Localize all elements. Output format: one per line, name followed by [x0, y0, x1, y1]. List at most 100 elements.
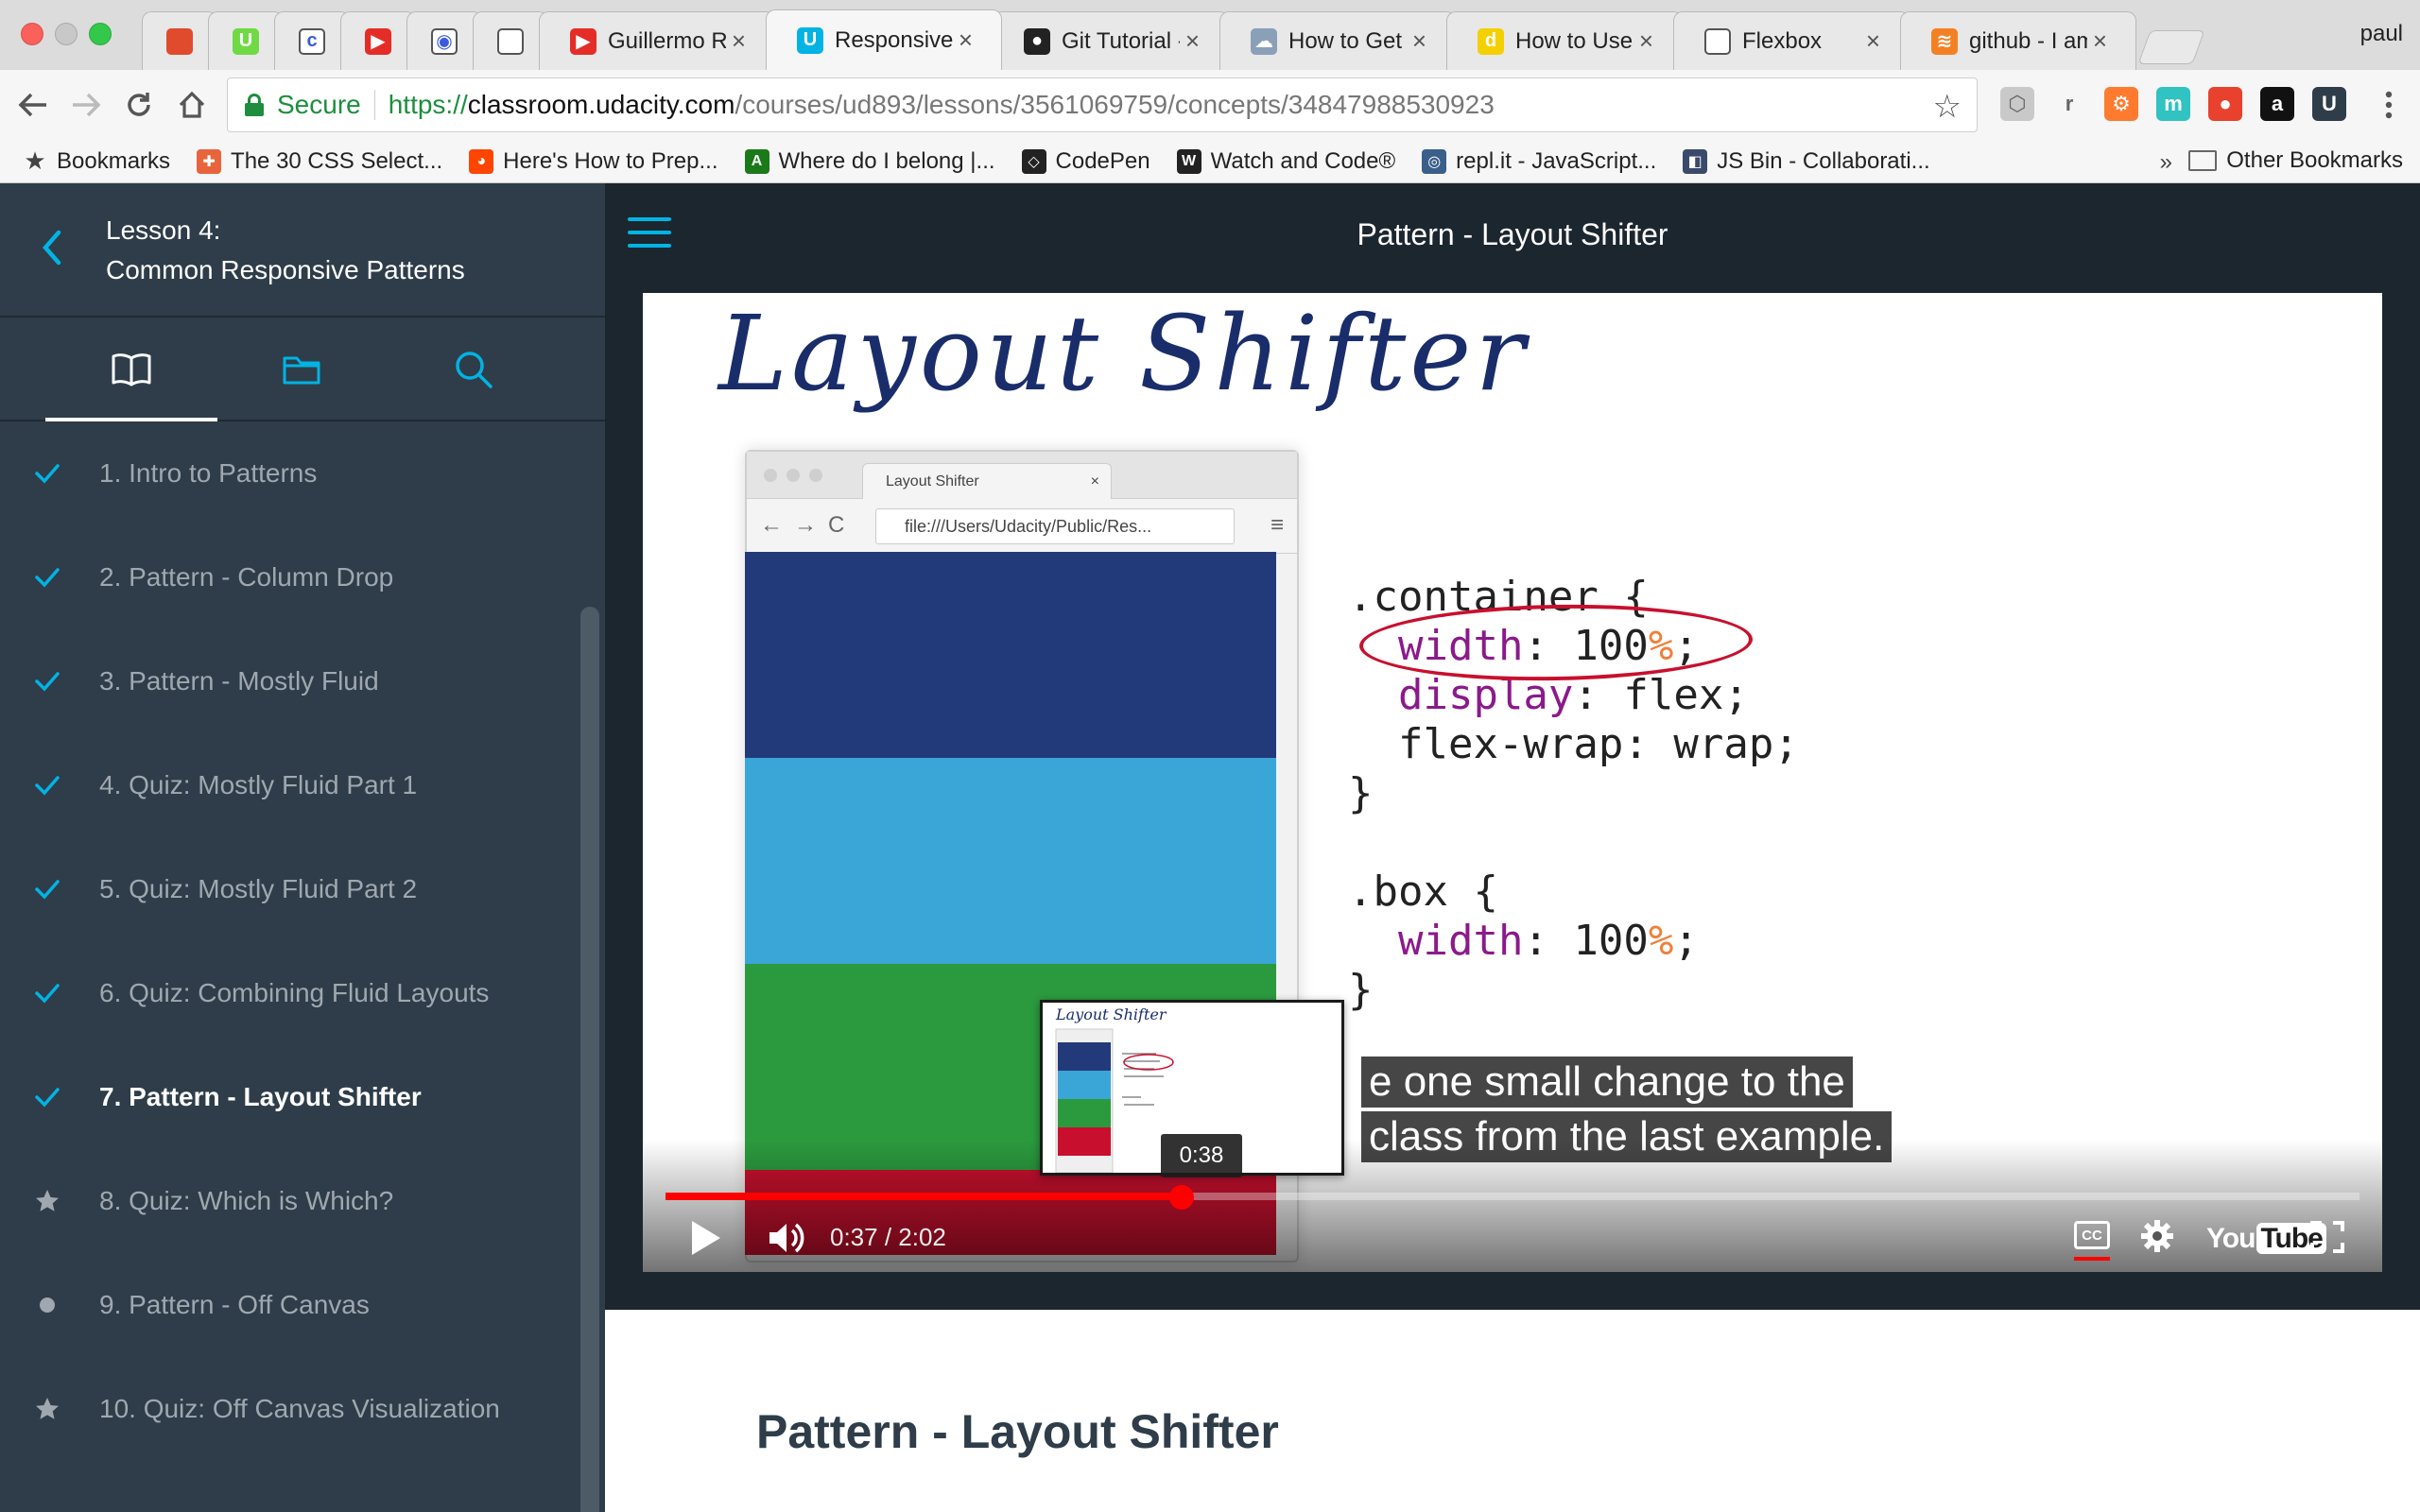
lock-icon: [245, 94, 264, 116]
hubspot-extension-icon[interactable]: ⚙: [2104, 87, 2138, 121]
concept-item[interactable]: 2. Pattern - Column Drop: [0, 525, 605, 629]
close-window-button[interactable]: [21, 23, 43, 45]
bookmark-item[interactable]: W Watch and Code®: [1176, 148, 1395, 175]
checkmark-icon: [34, 1084, 60, 1110]
page-icon: [1704, 27, 1731, 55]
concept-item[interactable]: 5. Quiz: Mostly Fluid Part 2: [0, 837, 605, 941]
tab-search[interactable]: [388, 318, 560, 421]
watchandcode-icon: W: [1176, 148, 1201, 174]
concept-item[interactable]: 8. Quiz: Which is Which?: [0, 1149, 605, 1253]
video-container: Layout Shifter Layout Shifter × ←→C file:…: [605, 293, 2420, 1310]
browser-tab[interactable]: ● Git Tutorial - ×: [993, 11, 1229, 70]
browser-tab[interactable]: [142, 11, 217, 70]
bookmark-label: CodePen: [1055, 147, 1150, 174]
browser-tab[interactable]: ☁ How to Get t ×: [1219, 11, 1456, 70]
close-tab-icon[interactable]: ×: [1639, 26, 1653, 56]
fullscreen-icon[interactable]: [2310, 1221, 2344, 1253]
bookmark-item[interactable]: ✚ The 30 CSS Select...: [197, 148, 442, 175]
concept-item[interactable]: 1. Intro to Patterns: [0, 421, 605, 525]
url-text[interactable]: https://classroom.udacity.com/courses/ud…: [389, 90, 1495, 120]
volume-icon[interactable]: [766, 1219, 807, 1257]
forward-button[interactable]: [64, 83, 108, 127]
tomato-extension-icon[interactable]: ●: [2208, 87, 2242, 121]
close-tab-icon[interactable]: ×: [1185, 26, 1200, 56]
reload-button[interactable]: [117, 83, 161, 127]
jsbin-icon: ◧: [1683, 148, 1708, 174]
book-icon: [112, 353, 151, 387]
browser-tab[interactable]: U Responsive ×: [766, 9, 1002, 70]
browser-tab[interactable]: [473, 11, 548, 70]
play-icon[interactable]: [692, 1221, 720, 1255]
concept-item[interactable]: 10. Quiz: Off Canvas Visualization: [0, 1357, 605, 1461]
mockup-toolbar: ←→C file:///Users/Udacity/Public/Res... …: [747, 499, 1297, 554]
other-bookmarks[interactable]: Other Bookmarks: [2188, 147, 2403, 174]
browser-tab[interactable]: Flexbox ×: [1673, 11, 1910, 70]
bookmark-star-icon[interactable]: ☆: [1933, 88, 1962, 126]
sidebar-tabs: [0, 318, 605, 421]
concept-list: 1. Intro to Patterns 2. Pattern - Column …: [0, 421, 605, 1461]
browser-tab[interactable]: c: [274, 11, 350, 70]
browser-tab-title: Responsive: [835, 26, 953, 53]
bookmark-item[interactable]: ★ Bookmarks: [23, 146, 170, 175]
concept-item[interactable]: 9. Pattern - Off Canvas: [0, 1253, 605, 1357]
sidebar-scrollbar[interactable]: [580, 607, 599, 1512]
bookmark-item[interactable]: A Where do I belong |...: [744, 148, 995, 175]
bookmark-item[interactable]: ◕ Here's How to Prep...: [469, 148, 718, 175]
concept-label: 4. Quiz: Mostly Fluid Part 1: [99, 770, 418, 799]
bookmark-item[interactable]: ◎ repl.it - JavaScript...: [1422, 148, 1656, 175]
close-tab-icon[interactable]: ×: [1866, 26, 1880, 56]
camera-icon: ◉: [431, 27, 458, 55]
browser-tab[interactable]: d How to Use a×: [1446, 11, 1683, 70]
captions-button[interactable]: CC: [2074, 1221, 2110, 1249]
close-tab-icon[interactable]: ×: [1412, 26, 1426, 56]
codecademy-icon: c: [299, 27, 325, 55]
concept-item[interactable]: 7. Pattern - Layout Shifter: [0, 1045, 605, 1149]
bookmarks-overflow-button[interactable]: »: [2160, 149, 2172, 176]
bookmarks-list: ★ Bookmarks ✚ The 30 CSS Select... ◕ Here's H…: [23, 146, 1957, 175]
browser-tab[interactable]: ▶ Guillermo Ra ×: [539, 11, 775, 70]
minimize-window-button[interactable]: [55, 23, 78, 45]
browser-tab[interactable]: ≋ github - I am ×: [1900, 11, 2136, 70]
zoom-window-button[interactable]: [89, 23, 112, 45]
profile-name[interactable]: paul: [2360, 21, 2403, 47]
amazon-extension-icon[interactable]: a: [2260, 87, 2294, 121]
search-icon: [456, 352, 493, 388]
chevron-left-icon[interactable]: [38, 229, 66, 266]
kebab-menu-icon: [2385, 91, 2393, 119]
youtube-logo[interactable]: You Tube: [2206, 1223, 2326, 1255]
page-icon: [497, 27, 524, 55]
browser-tab[interactable]: U: [208, 11, 284, 70]
concept-item[interactable]: 6. Quiz: Combining Fluid Layouts: [0, 941, 605, 1045]
bookmarks-bar: ★ Bookmarks ✚ The 30 CSS Select... ◕ Here's H…: [0, 140, 2420, 183]
back-button[interactable]: [11, 83, 55, 127]
video-player[interactable]: Layout Shifter Layout Shifter × ←→C file:…: [643, 293, 2382, 1272]
mockup-tab: Layout Shifter ×: [862, 463, 1112, 499]
concept-item[interactable]: 4. Quiz: Mostly Fluid Part 1: [0, 733, 605, 837]
udacity-extension-icon[interactable]: U: [2312, 87, 2346, 121]
browser-menu-button[interactable]: [2367, 83, 2411, 127]
lesson-sidebar: Lesson 4: Common Responsive Patterns 1. …: [0, 183, 605, 1512]
new-tab-button[interactable]: [2137, 30, 2205, 64]
browser-tab[interactable]: ◉: [406, 11, 482, 70]
tabs-container: Uc ▶ ◉ ▶ Guillermo Ra × U Responsive × ● Git Tutor…: [142, 9, 2316, 70]
tab-concepts[interactable]: [45, 318, 217, 421]
checkmark-icon: [34, 772, 60, 799]
m-extension-icon[interactable]: m: [2156, 87, 2190, 121]
close-tab-icon[interactable]: ×: [2093, 26, 2107, 56]
codepen-icon: ◇: [1021, 148, 1046, 174]
cube-extension-icon[interactable]: ⬡: [2000, 87, 2034, 121]
gear-icon[interactable]: [2140, 1219, 2174, 1253]
bookmark-item[interactable]: ◇ CodePen: [1021, 147, 1150, 175]
close-tab-icon[interactable]: ×: [732, 26, 746, 56]
lesson-number: Lesson 4:: [106, 215, 221, 245]
r-extension-icon[interactable]: r: [2052, 87, 2086, 121]
bookmark-item[interactable]: ◧ JS Bin - Collaborati...: [1683, 148, 1930, 175]
checkmark-icon: [34, 564, 60, 591]
concept-item[interactable]: 3. Pattern - Mostly Fluid: [0, 629, 605, 733]
tab-resources[interactable]: [216, 318, 388, 421]
close-tab-icon[interactable]: ×: [959, 26, 973, 55]
home-button[interactable]: [170, 83, 214, 127]
video-progress-bar[interactable]: [666, 1185, 2360, 1210]
address-bar[interactable]: Secure https://classroom.udacity.com/cou…: [227, 77, 1978, 132]
browser-tab[interactable]: ▶: [340, 11, 416, 70]
